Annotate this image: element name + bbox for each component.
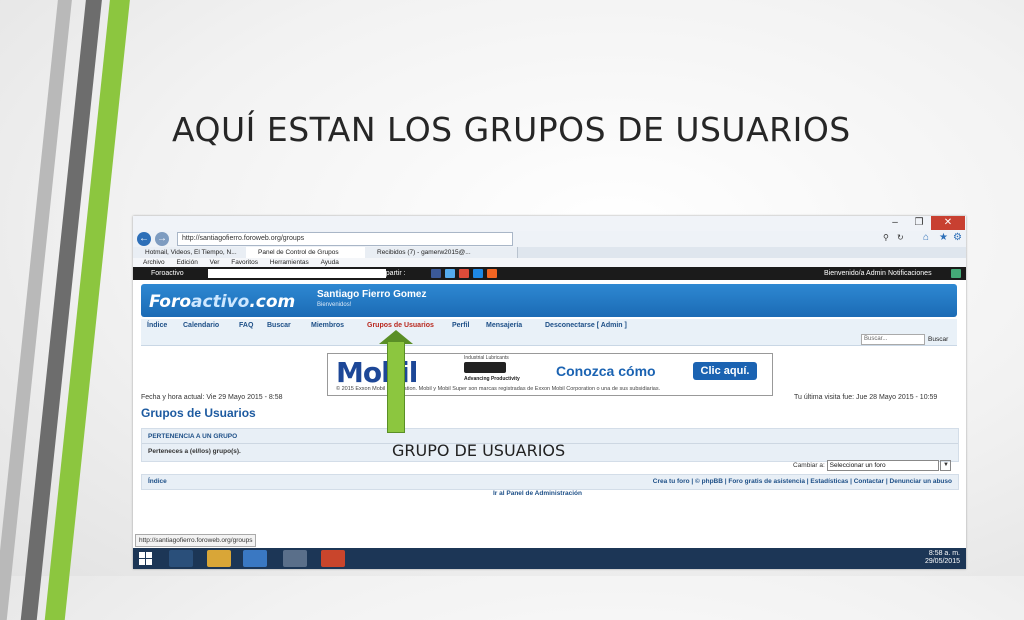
admin-panel-link[interactable]: Ir al Panel de Administración — [493, 490, 582, 497]
welcome-text[interactable]: Bienvenido/a Admin — [824, 267, 886, 280]
tab-hotmail[interactable]: Hotmail, Videos, El Tiempo, N... — [133, 247, 258, 258]
window-titlebar: – ❐ ✕ — [133, 216, 966, 231]
refresh-icon[interactable]: ↻ — [897, 233, 904, 242]
windows-start-icon[interactable] — [139, 552, 152, 565]
clock-date: 29/05/2015 — [924, 558, 960, 565]
nav-calendar[interactable]: Calendario — [183, 322, 219, 329]
tab-groups-panel[interactable]: Panel de Control de Grupos — [246, 247, 377, 258]
annotation-arrow — [387, 341, 405, 433]
forum-search-input[interactable]: Buscar... — [861, 334, 925, 345]
facebook-icon[interactable] — [431, 269, 441, 278]
slide-title: AQUÍ ESTAN LOS GRUPOS DE USUARIOS — [172, 110, 851, 149]
forum-search-button[interactable]: Buscar — [928, 336, 948, 343]
twitter-icon[interactable] — [445, 269, 455, 278]
ad-slogan: Advancing Productivity — [464, 376, 520, 382]
nav-logout[interactable]: Desconectarse [ Admin ] — [545, 322, 627, 329]
nav-messages[interactable]: Mensajería — [486, 322, 522, 329]
nav-members[interactable]: Miembros — [311, 322, 344, 329]
forum-nav: Índice Calendario FAQ Buscar Miembros Gr… — [141, 319, 957, 346]
google-plus-icon[interactable] — [459, 269, 469, 278]
forumactif-logo[interactable]: Foroactivo.com — [149, 292, 295, 312]
tab-strip: Hotmail, Videos, El Tiempo, N... Panel d… — [133, 247, 966, 258]
mobil-logo: Mobil — [336, 356, 418, 389]
status-url: http://santiagofierro.foroweb.org/groups — [135, 534, 257, 547]
page-title: Grupos de Usuarios — [141, 406, 256, 420]
notifications-link[interactable]: Notificaciones — [888, 267, 932, 280]
nav-search[interactable]: Buscar — [267, 322, 291, 329]
gear-icon[interactable]: ⚙ — [953, 232, 962, 243]
chevron-down-icon[interactable]: ▼ — [940, 460, 952, 471]
nav-user-groups[interactable]: Grupos de Usuarios — [367, 322, 434, 329]
ad-product-icons — [464, 362, 506, 373]
menu-ayuda[interactable]: Ayuda — [321, 259, 339, 266]
internet-explorer-icon[interactable] — [243, 550, 267, 567]
file-explorer-icon[interactable] — [207, 550, 231, 567]
menu-archivo[interactable]: Archivo — [143, 259, 165, 266]
close-icon[interactable]: ✕ — [931, 216, 965, 230]
menu-bar: Archivo Edición Ver Favoritos Herramient… — [133, 258, 966, 267]
menu-favoritos[interactable]: Favoritos — [231, 259, 258, 266]
footer-bar: Índice Crea tu foro | © phpBB | Foro gra… — [141, 474, 959, 490]
site-subtitle: Bienvenidos! — [317, 302, 352, 308]
forward-icon[interactable]: → — [155, 232, 169, 246]
nav-faq[interactable]: FAQ — [239, 322, 253, 329]
nav-profile[interactable]: Perfil — [452, 322, 470, 329]
favorites-star-icon[interactable]: ★ — [939, 232, 948, 243]
footer-links[interactable]: Crea tu foro | © phpBB | Foro gratis de … — [653, 478, 952, 485]
email-icon[interactable] — [473, 269, 483, 278]
ad-tagline: Industrial Lubricants — [464, 355, 509, 361]
current-datetime: Fecha y hora actual: Vie 29 Mayo 2015 - … — [141, 394, 283, 401]
membership-text: Perteneces a (el/los) grupo(s). — [148, 448, 241, 455]
system-clock[interactable]: 8:58 a. m. 29/05/2015 — [925, 550, 960, 566]
address-bar[interactable]: http://santiagofierro.foroweb.org/groups — [177, 232, 513, 246]
forum-jump: Cambiar a: Seleccionar un foro ▼ — [793, 460, 952, 471]
toolbar-search-input[interactable] — [208, 269, 386, 278]
nav-index[interactable]: Índice — [147, 322, 167, 329]
membership-header: PERTENENCIA A UN GRUPO — [148, 433, 238, 440]
ad-headline: Conozca cómo — [556, 363, 656, 379]
toolbar-brand[interactable]: Foroactivo — [151, 267, 184, 280]
site-name: Santiago Fierro Gomez — [317, 289, 427, 300]
media-player-icon[interactable] — [169, 550, 193, 567]
ad-click-button[interactable]: Clic aquí. — [693, 362, 757, 380]
annotation-callout: GRUPO DE USUARIOS — [392, 441, 566, 460]
powerpoint-icon[interactable] — [321, 550, 345, 567]
tab-inbox[interactable]: Recibidos (7) - gamerw2015@... — [365, 247, 518, 258]
forumactif-toolbar: Foroactivo Compartir : Bienvenido/a Admi… — [133, 267, 966, 280]
browser-screenshot: – ❐ ✕ ← → http://santiagofierro.foroweb.… — [133, 216, 966, 569]
forum-jump-select[interactable]: Seleccionar un foro — [826, 460, 939, 471]
paint-icon[interactable] — [283, 550, 307, 567]
collapse-up-icon[interactable] — [951, 269, 961, 278]
menu-herramientas[interactable]: Herramientas — [270, 259, 309, 266]
share-label: Compartir : — [371, 270, 406, 277]
menu-edicion[interactable]: Edición — [177, 259, 198, 266]
search-icon[interactable]: ⚲ — [883, 233, 889, 242]
home-icon[interactable]: ⌂ — [923, 232, 929, 243]
footer-index-link[interactable]: Índice — [148, 478, 167, 485]
clock-time: 8:58 a. m. — [928, 550, 960, 557]
menu-ver[interactable]: Ver — [210, 259, 220, 266]
forum-search: Buscar... Buscar — [861, 334, 948, 345]
rss-icon[interactable] — [487, 269, 497, 278]
address-row: ← → http://santiagofierro.foroweb.org/gr… — [133, 231, 966, 248]
last-visit: Tu última visita fue: Jue 28 Mayo 2015 -… — [794, 394, 938, 401]
forum-header: Foroactivo.com Santiago Fierro Gomez Bie… — [141, 284, 957, 317]
back-icon[interactable]: ← — [137, 232, 151, 246]
ad-legal-text: © 2015 Exxon Mobil Corporation. Mobil y … — [336, 386, 661, 392]
forum-jump-label: Cambiar a: — [793, 462, 825, 470]
windows-taskbar: 8:58 a. m. 29/05/2015 — [133, 548, 966, 569]
restore-icon[interactable]: ❐ — [905, 216, 933, 230]
